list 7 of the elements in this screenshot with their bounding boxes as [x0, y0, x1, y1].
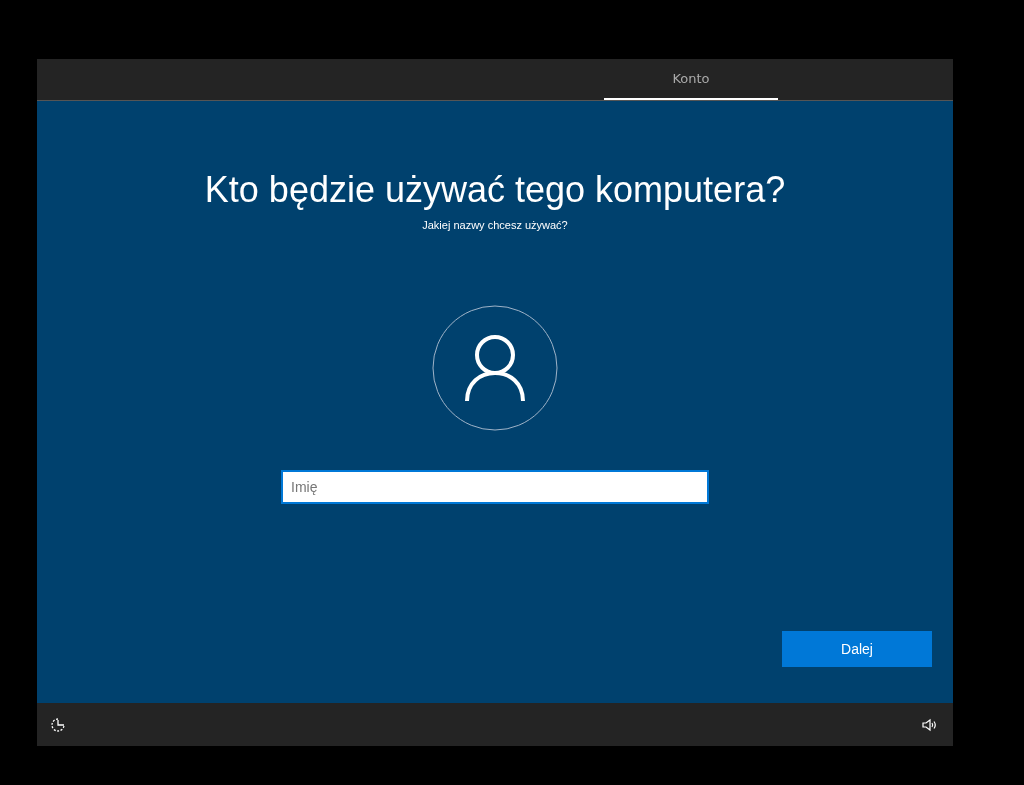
volume-icon[interactable]	[921, 716, 937, 733]
page-subtitle: Jakiej nazwy chcesz używać?	[422, 219, 568, 231]
user-avatar-icon	[432, 305, 558, 431]
page-title: Kto będzie używać tego komputera?	[204, 169, 786, 211]
name-input-field[interactable]: Imię	[281, 470, 709, 504]
accessibility-icon[interactable]	[50, 716, 66, 733]
next-button[interactable]: Dalej	[782, 631, 932, 667]
